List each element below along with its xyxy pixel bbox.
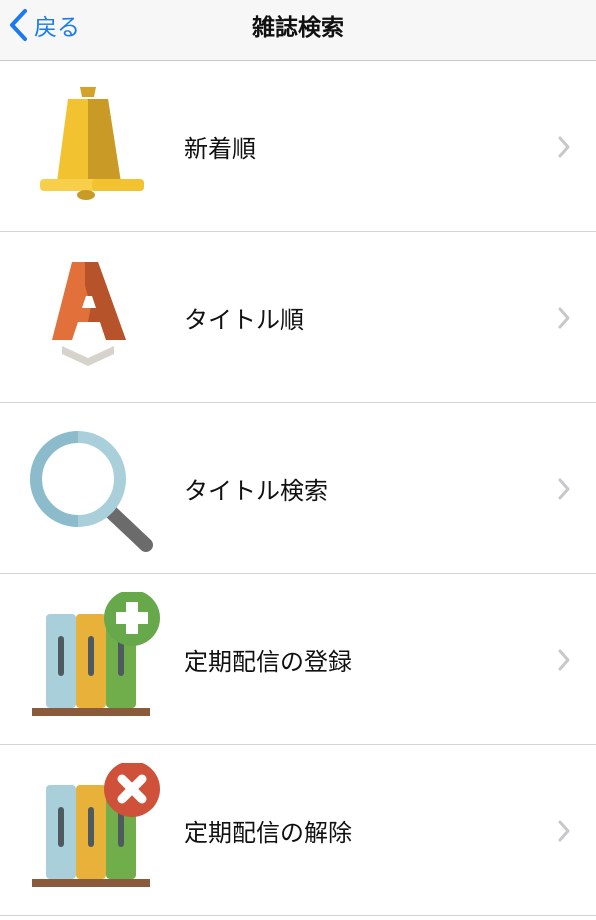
menu-item-subscribe[interactable]: 定期配信の登録: [0, 574, 596, 745]
navigation-bar: 戻る 雑誌検索: [0, 0, 596, 61]
menu-item-unsubscribe[interactable]: 定期配信の解除: [0, 745, 596, 916]
menu-item-label: 定期配信の解除: [184, 818, 352, 847]
books-remove-icon: [32, 763, 160, 887]
menu-item-title-order[interactable]: タイトル順: [0, 232, 596, 403]
magnifier-icon: [30, 431, 153, 552]
menu-item-newest[interactable]: 新着順: [0, 61, 596, 232]
menu-list: 新着順 タイトル順 タイトル検索 定期配信の登録 定期配信の解除: [0, 61, 596, 916]
menu-item-label: タイトル検索: [184, 476, 328, 505]
menu-item-label: タイトル順: [184, 305, 304, 334]
chevron-right-icon: [558, 820, 570, 842]
bell-icon: [40, 87, 144, 200]
page-title: 雑誌検索: [252, 15, 344, 41]
chevron-right-icon: [558, 136, 570, 158]
menu-item-title-search[interactable]: タイトル検索: [0, 403, 596, 574]
chevron-right-icon: [558, 649, 570, 671]
menu-item-label: 定期配信の登録: [184, 647, 352, 676]
books-add-icon: [32, 592, 160, 716]
menu-item-label: 新着順: [184, 134, 256, 163]
chevron-right-icon: [558, 307, 570, 329]
letter-a-sort-icon: [52, 262, 126, 366]
chevron-right-icon: [558, 478, 570, 500]
